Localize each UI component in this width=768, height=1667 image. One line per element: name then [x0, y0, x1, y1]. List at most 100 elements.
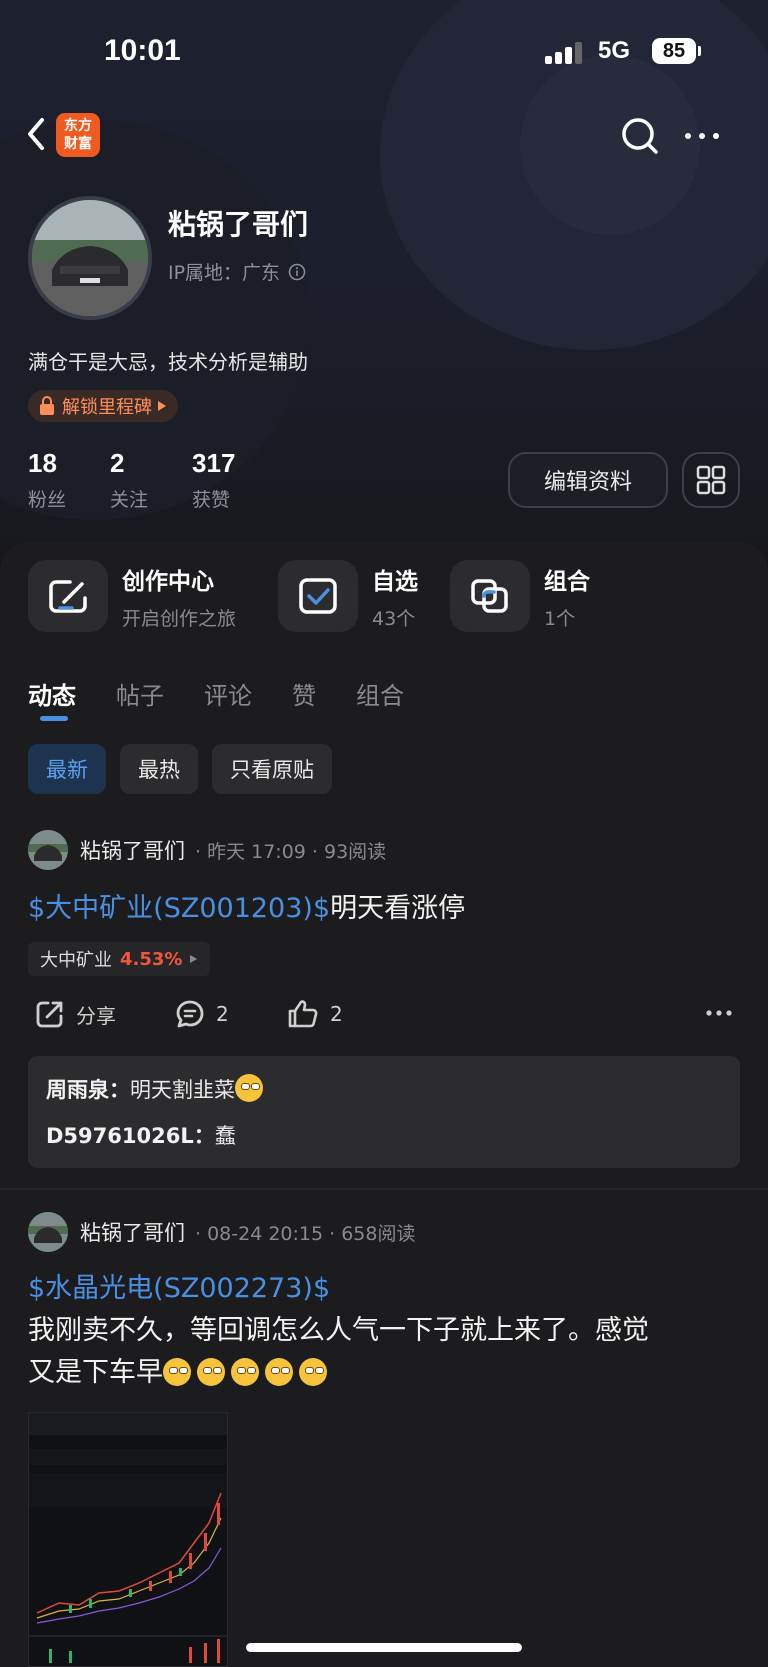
- stat-followers[interactable]: 18 粉丝: [28, 448, 66, 512]
- comment-item: D59761026L：蠢: [46, 1120, 722, 1166]
- triangle-right-icon: [190, 955, 198, 963]
- share-button[interactable]: 分享: [34, 998, 116, 1030]
- post-body[interactable]: $大中矿业(SZ001203)$明天看涨停: [28, 888, 748, 930]
- avatar[interactable]: [28, 1212, 68, 1252]
- profile-bio: 满仓干是大忌，技术分析是辅助: [28, 350, 308, 374]
- shortcut-watchlist[interactable]: 自选 43个: [278, 560, 418, 632]
- lock-icon: [40, 396, 54, 415]
- filter-chips: 最新 最热 只看原贴: [28, 744, 332, 794]
- stock-link[interactable]: $水晶光电(SZ002273)$: [28, 1268, 748, 1310]
- profile-name: 粘锅了哥们: [168, 208, 309, 241]
- stat-value: 317: [192, 448, 236, 478]
- comment-text: 蠢: [214, 1124, 236, 1148]
- battery-icon: 85: [652, 38, 696, 64]
- tab-posts[interactable]: 帖子: [116, 676, 164, 711]
- stat-value: 18: [28, 448, 57, 478]
- post-text: 又是下车早: [28, 1357, 163, 1388]
- emoji-smirk-icon: [235, 1074, 263, 1102]
- portfolio-icon: [450, 560, 530, 632]
- post-text-line-with-emoji: 又是下车早: [28, 1352, 748, 1394]
- stock-change: 4.53%: [120, 948, 183, 970]
- post-header: 粘锅了哥们 · 昨天 17:09 · 93阅读: [28, 830, 386, 870]
- shortcut-subtitle: 1个: [544, 607, 576, 630]
- stat-following[interactable]: 2 关注: [110, 448, 148, 512]
- comment-count: 2: [216, 1002, 229, 1026]
- milestone-badge-label: 解锁里程碑: [62, 397, 152, 418]
- filter-hottest[interactable]: 最热: [120, 744, 198, 794]
- share-label: 分享: [76, 1003, 116, 1028]
- comment-button[interactable]: 2: [174, 998, 229, 1030]
- home-indicator[interactable]: [246, 1643, 522, 1652]
- tab-activity[interactable]: 动态: [28, 676, 76, 711]
- emoji-sweat-icon: [299, 1358, 327, 1386]
- stock-name: 大中矿业: [40, 950, 112, 971]
- status-time: 10:01: [104, 34, 181, 67]
- shortcut-title: 创作中心: [122, 568, 214, 595]
- tab-likes[interactable]: 赞: [292, 676, 316, 711]
- tab-portfolio[interactable]: 组合: [356, 676, 404, 711]
- info-icon[interactable]: [288, 263, 306, 281]
- edit-profile-button[interactable]: 编辑资料: [508, 452, 668, 508]
- edit-icon: [28, 560, 108, 632]
- checkbox-icon: [278, 560, 358, 632]
- cellular-signal-icon: [545, 40, 585, 64]
- post-meta: · 08-24 20:15 · 658阅读: [195, 1222, 416, 1245]
- emoji-sweat-icon: [231, 1358, 259, 1386]
- avatar[interactable]: [28, 830, 68, 870]
- shortcut-portfolio[interactable]: 组合 1个: [450, 560, 590, 632]
- post-text: 明天看涨停: [330, 893, 466, 924]
- stat-value: 2: [110, 448, 125, 478]
- search-icon[interactable]: [618, 114, 662, 158]
- post-body[interactable]: $水晶光电(SZ002273)$ 我刚卖不久，等回调怎么人气一下子就上来了。感觉…: [28, 1268, 748, 1394]
- like-button[interactable]: 2: [286, 998, 343, 1030]
- status-bar: 10:01 5G 85: [0, 0, 768, 100]
- stat-likes[interactable]: 317 获赞: [192, 448, 235, 512]
- share-icon: [36, 1001, 63, 1028]
- post-image-stock-chart[interactable]: [28, 1412, 228, 1667]
- avatar[interactable]: [28, 196, 152, 320]
- like-count: 2: [330, 1002, 343, 1026]
- profile-stats: 18 粉丝 2 关注 317 获赞: [28, 448, 235, 512]
- filter-latest[interactable]: 最新: [28, 744, 106, 794]
- network-type: 5G: [598, 37, 631, 64]
- post-author[interactable]: 粘锅了哥们: [80, 835, 185, 865]
- comment-text: 明天割韭菜: [130, 1078, 235, 1102]
- post-more-icon[interactable]: [704, 998, 734, 1028]
- milestone-badge[interactable]: 解锁里程碑: [28, 390, 178, 422]
- post-header: 粘锅了哥们 · 08-24 20:15 · 658阅读: [28, 1212, 415, 1252]
- stat-label: 关注: [110, 489, 149, 511]
- shortcut-subtitle: 43个: [372, 607, 416, 630]
- post-actions: 分享 2 2: [28, 998, 740, 1042]
- active-tab-indicator: [40, 716, 68, 721]
- filter-original-only[interactable]: 只看原贴: [212, 744, 332, 794]
- emoji-sweat-icon: [265, 1358, 293, 1386]
- grid-icon[interactable]: [682, 452, 740, 508]
- post-divider: [0, 1188, 768, 1190]
- back-arrow-icon[interactable]: [22, 112, 52, 156]
- shortcut-subtitle: 开启创作之旅: [122, 607, 237, 630]
- post-meta: · 昨天 17:09 · 93阅读: [195, 840, 387, 863]
- post-text-line: 我刚卖不久，等回调怎么人气一下子就上来了。感觉: [28, 1315, 649, 1346]
- shortcut-title: 自选: [372, 568, 418, 595]
- post-author[interactable]: 粘锅了哥们: [80, 1217, 185, 1247]
- triangle-right-icon: [158, 401, 166, 411]
- battery-tip: [698, 46, 701, 56]
- shortcut-title: 组合: [544, 568, 590, 595]
- tab-comments[interactable]: 评论: [204, 676, 252, 711]
- more-options-icon[interactable]: [680, 114, 724, 158]
- comment-user[interactable]: 周雨泉：: [46, 1078, 130, 1102]
- ip-location: IP属地：广东: [168, 258, 306, 285]
- shortcut-creator-center[interactable]: 创作中心 开启创作之旅: [28, 560, 236, 632]
- emoji-sweat-icon: [197, 1358, 225, 1386]
- stat-label: 粉丝: [28, 489, 67, 511]
- logo-text-line: 东方: [64, 118, 92, 134]
- comment-icon: [176, 1000, 204, 1028]
- thumbs-up-icon: [288, 1000, 318, 1028]
- content-tabs: 动态 帖子 评论 赞 组合: [28, 676, 444, 711]
- logo-text-line: 财富: [64, 136, 92, 152]
- stock-quote-chip[interactable]: 大中矿业 4.53%: [28, 942, 211, 976]
- comment-user[interactable]: D59761026L：: [46, 1124, 215, 1148]
- comment-preview[interactable]: 周雨泉：明天割韭菜 D59761026L：蠢: [28, 1056, 740, 1168]
- emoji-sweat-icon: [163, 1358, 191, 1386]
- stock-link[interactable]: $大中矿业(SZ001203)$: [28, 893, 330, 924]
